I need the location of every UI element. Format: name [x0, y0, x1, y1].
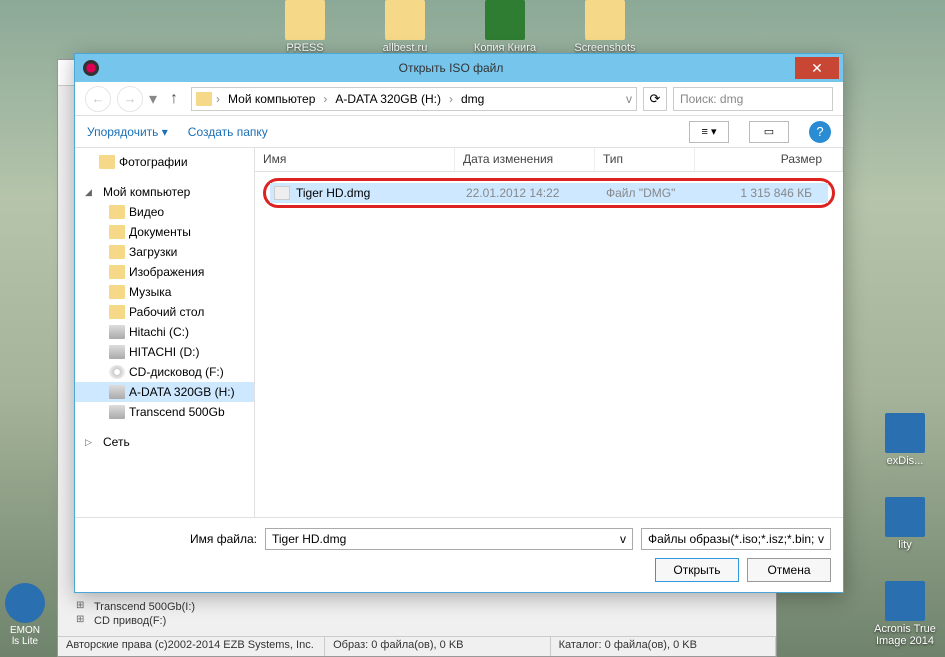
navigation-bar: ← → ▾ ↑ › Мой компьютер › A-DATA 320GB (…: [75, 82, 843, 116]
nav-item[interactable]: Музыка: [75, 282, 254, 302]
view-button[interactable]: ≡ ▾: [689, 121, 729, 143]
nav-item-label: Рабочий стол: [129, 305, 204, 319]
desktop-icon[interactable]: Screenshots: [570, 0, 640, 54]
folder-icon: [109, 265, 125, 279]
status-image: Образ: 0 файла(ов), 0 KB: [325, 637, 550, 656]
nav-item[interactable]: HITACHI (D:): [75, 342, 254, 362]
help-button[interactable]: ?: [809, 121, 831, 143]
col-name[interactable]: Имя: [255, 148, 455, 171]
nav-item-label: Видео: [129, 205, 164, 219]
status-bar: Авторские права (c)2002-2014 EZB Systems…: [58, 636, 776, 656]
up-button[interactable]: ↑: [163, 88, 185, 110]
file-date: 22.01.2012 14:22: [466, 186, 606, 200]
nav-item[interactable]: Видео: [75, 202, 254, 222]
col-date[interactable]: Дата изменения: [455, 148, 595, 171]
column-headers[interactable]: Имя Дата изменения Тип Размер: [255, 148, 843, 172]
titlebar[interactable]: Открыть ISO файл ✕: [75, 54, 843, 82]
nav-item-label: A-DATA 320GB (H:): [129, 385, 235, 399]
folder-icon: [109, 305, 125, 319]
navigation-pane[interactable]: Фотографии ◢Мой компьютер Видео Документы…: [75, 148, 255, 517]
new-folder-button[interactable]: Создать папку: [188, 125, 268, 139]
tree-item[interactable]: Transcend 500Gb(I:): [66, 600, 768, 614]
app-icon: [83, 60, 99, 76]
nav-item-label: Transcend 500Gb: [129, 405, 225, 419]
forward-button[interactable]: →: [117, 86, 143, 112]
close-button[interactable]: ✕: [795, 57, 839, 79]
breadcrumb[interactable]: Мой компьютер: [224, 90, 319, 108]
desktop-right-icons: exDis... lity Acronis True Image 2014: [870, 413, 940, 647]
nav-item[interactable]: Рабочий стол: [75, 302, 254, 322]
drive-icon: [109, 385, 125, 399]
preview-pane-button[interactable]: ▭: [749, 121, 789, 143]
nav-item-label: HITACHI (D:): [129, 345, 199, 359]
folder-icon: [109, 225, 125, 239]
file-type-filter[interactable]: Файлы образы(*.iso;*.isz;*.bin;v: [641, 528, 831, 550]
refresh-button[interactable]: ⟳: [643, 87, 667, 111]
desktop-icon[interactable]: PRESS: [270, 0, 340, 54]
nav-item-label: Hitachi (C:): [129, 325, 189, 339]
desktop-left-icon[interactable]: EMON ls Lite: [0, 583, 50, 647]
cancel-button[interactable]: Отмена: [747, 558, 831, 582]
nav-group-computer[interactable]: ◢Мой компьютер: [75, 182, 254, 202]
status-copyright: Авторские права (c)2002-2014 EZB Systems…: [58, 637, 325, 656]
folder-icon: [109, 205, 125, 219]
nav-item[interactable]: Transcend 500Gb: [75, 402, 254, 422]
window-title: Открыть ISO файл: [107, 61, 795, 75]
col-type[interactable]: Тип: [595, 148, 695, 171]
file-open-dialog: Открыть ISO файл ✕ ← → ▾ ↑ › Мой компьют…: [74, 53, 844, 593]
nav-item-label: Документы: [129, 225, 191, 239]
breadcrumb[interactable]: dmg: [457, 90, 488, 108]
back-button[interactable]: ←: [85, 86, 111, 112]
nav-item-label: Загрузки: [129, 245, 177, 259]
nav-item[interactable]: Загрузки: [75, 242, 254, 262]
desktop-top-icons: PRESS allbest.ru Копия Книга Screenshots: [270, 0, 640, 54]
file-type: Файл "DMG": [606, 186, 706, 200]
nav-item[interactable]: Документы: [75, 222, 254, 242]
filename-input[interactable]: Tiger HD.dmgv: [265, 528, 633, 550]
drive-icon: [109, 405, 125, 419]
folder-icon: [196, 92, 212, 106]
col-size[interactable]: Размер: [695, 148, 843, 171]
drive-icon: [109, 345, 125, 359]
desktop-icon[interactable]: allbest.ru: [370, 0, 440, 54]
status-catalog: Каталог: 0 файла(ов), 0 KB: [551, 637, 776, 656]
dialog-footer: Имя файла: Tiger HD.dmgv Файлы образы(*.…: [75, 517, 843, 592]
search-input[interactable]: Поиск: dmg: [673, 87, 833, 111]
nav-item-photos[interactable]: Фотографии: [75, 152, 254, 172]
nav-item-label: CD-дисковод (F:): [129, 365, 224, 379]
breadcrumb[interactable]: A-DATA 320GB (H:): [331, 90, 445, 108]
folder-icon: [109, 245, 125, 259]
disc-icon: [109, 365, 125, 379]
nav-item[interactable]: A-DATA 320GB (H:): [75, 382, 254, 402]
nav-item[interactable]: Hitachi (C:): [75, 322, 254, 342]
desktop-icon[interactable]: Acronis True Image 2014: [870, 581, 940, 647]
folder-icon: [109, 285, 125, 299]
tree-item[interactable]: CD привод(F:): [66, 614, 768, 628]
desktop-icon[interactable]: lity: [870, 497, 940, 551]
address-bar[interactable]: › Мой компьютер › A-DATA 320GB (H:) › dm…: [191, 87, 637, 111]
file-name: Tiger HD.dmg: [296, 186, 370, 200]
nav-item[interactable]: CD-дисковод (F:): [75, 362, 254, 382]
nav-item[interactable]: Изображения: [75, 262, 254, 282]
nav-item-label: Музыка: [129, 285, 171, 299]
nav-group-network[interactable]: ▷Сеть: [75, 432, 254, 452]
drive-icon: [109, 325, 125, 339]
open-button[interactable]: Открыть: [655, 558, 739, 582]
organize-menu[interactable]: Упорядочить ▾: [87, 125, 168, 139]
file-list-pane: Имя Дата изменения Тип Размер Tiger HD.d…: [255, 148, 843, 517]
toolbar: Упорядочить ▾ Создать папку ≡ ▾ ▭ ?: [75, 116, 843, 148]
annotation-highlight: Tiger HD.dmg 22.01.2012 14:22 Файл "DMG"…: [263, 178, 835, 208]
nav-item-label: Изображения: [129, 265, 204, 279]
desktop-icon[interactable]: exDis...: [870, 413, 940, 467]
file-icon: [274, 186, 290, 200]
filename-label: Имя файла:: [87, 532, 257, 546]
desktop-icon[interactable]: Копия Книга: [470, 0, 540, 54]
file-size: 1 315 846 КБ: [706, 186, 824, 200]
file-row[interactable]: Tiger HD.dmg 22.01.2012 14:22 Файл "DMG"…: [270, 183, 828, 203]
